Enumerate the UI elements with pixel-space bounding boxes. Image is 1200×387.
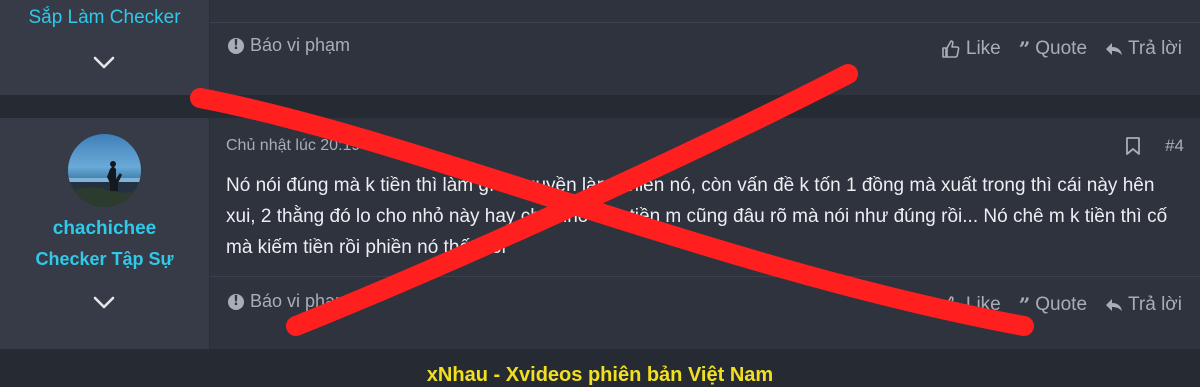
like-label: Like xyxy=(965,294,1001,315)
post-2-sidebar: chachichee Checker Tập Sự xyxy=(0,118,210,349)
quote-label: Quote xyxy=(1035,38,1088,59)
action-buttons: Like ” Quote Trả lời xyxy=(941,37,1182,61)
reply-icon xyxy=(1106,43,1123,55)
reply-button[interactable]: Trả lời xyxy=(1105,38,1182,60)
post-2-main: Chủ nhật lúc 20:19 #4 Nó nói đúng mà k t… xyxy=(210,118,1200,349)
post-2: chachichee Checker Tập Sự Chủ nhật lúc 2… xyxy=(0,118,1200,349)
report-label: Báo vi phạm xyxy=(250,291,351,311)
user-title: Sắp Làm Checker xyxy=(28,7,181,28)
quote-icon: ” xyxy=(1018,37,1031,61)
avatar[interactable] xyxy=(68,134,141,207)
post-1-sidebar: Sắp Làm Checker xyxy=(0,0,210,95)
report-button[interactable]: ! Báo vi phạm xyxy=(228,35,350,56)
report-label: Báo vi phạm xyxy=(250,35,351,55)
quote-button[interactable]: ” Quote xyxy=(1019,37,1087,61)
reply-button[interactable]: Trả lời xyxy=(1105,294,1182,316)
reply-label: Trả lời xyxy=(1128,38,1182,59)
alert-icon: ! xyxy=(228,293,244,310)
report-button[interactable]: ! Báo vi phạm xyxy=(228,291,350,312)
quote-button[interactable]: ” Quote xyxy=(1019,293,1087,317)
thumbs-up-icon xyxy=(942,296,960,314)
post-content: Nó nói đúng mà k tiền thì làm gì có quyề… xyxy=(226,175,1168,258)
chevron-down-icon[interactable] xyxy=(90,292,118,312)
bookmark-icon[interactable] xyxy=(1125,136,1141,156)
post-meta: #4 xyxy=(1125,136,1184,156)
post-number[interactable]: #4 xyxy=(1165,136,1184,156)
like-button[interactable]: Like xyxy=(941,294,1001,316)
post-date[interactable]: Chủ nhật lúc 20:19 xyxy=(226,137,360,155)
quote-icon: ” xyxy=(1018,293,1031,317)
like-label: Like xyxy=(965,38,1001,59)
chevron-down-icon[interactable] xyxy=(90,52,118,72)
thumbs-up-icon xyxy=(942,40,960,58)
post-actions: ! Báo vi phạm Like ” Quote Trả lời xyxy=(210,23,1200,83)
footer-link[interactable]: xNhau - Xvideos phiên bản Việt Nam xyxy=(0,364,1200,387)
quote-label: Quote xyxy=(1035,294,1088,315)
post-actions: ! Báo vi phạm Like ” Quote Trả lời xyxy=(210,277,1200,337)
like-button[interactable]: Like xyxy=(941,38,1001,60)
post-1: Sắp Làm Checker ! Báo vi phạm Like ” Quo… xyxy=(0,0,1200,95)
reply-icon xyxy=(1106,299,1123,311)
username[interactable]: chachichee xyxy=(0,218,209,240)
post-1-main: ! Báo vi phạm Like ” Quote Trả lời xyxy=(210,0,1200,95)
action-buttons: Like ” Quote Trả lời xyxy=(941,293,1182,317)
user-title: Checker Tập Sự xyxy=(35,249,174,269)
reply-label: Trả lời xyxy=(1128,294,1182,315)
alert-icon: ! xyxy=(228,37,244,54)
